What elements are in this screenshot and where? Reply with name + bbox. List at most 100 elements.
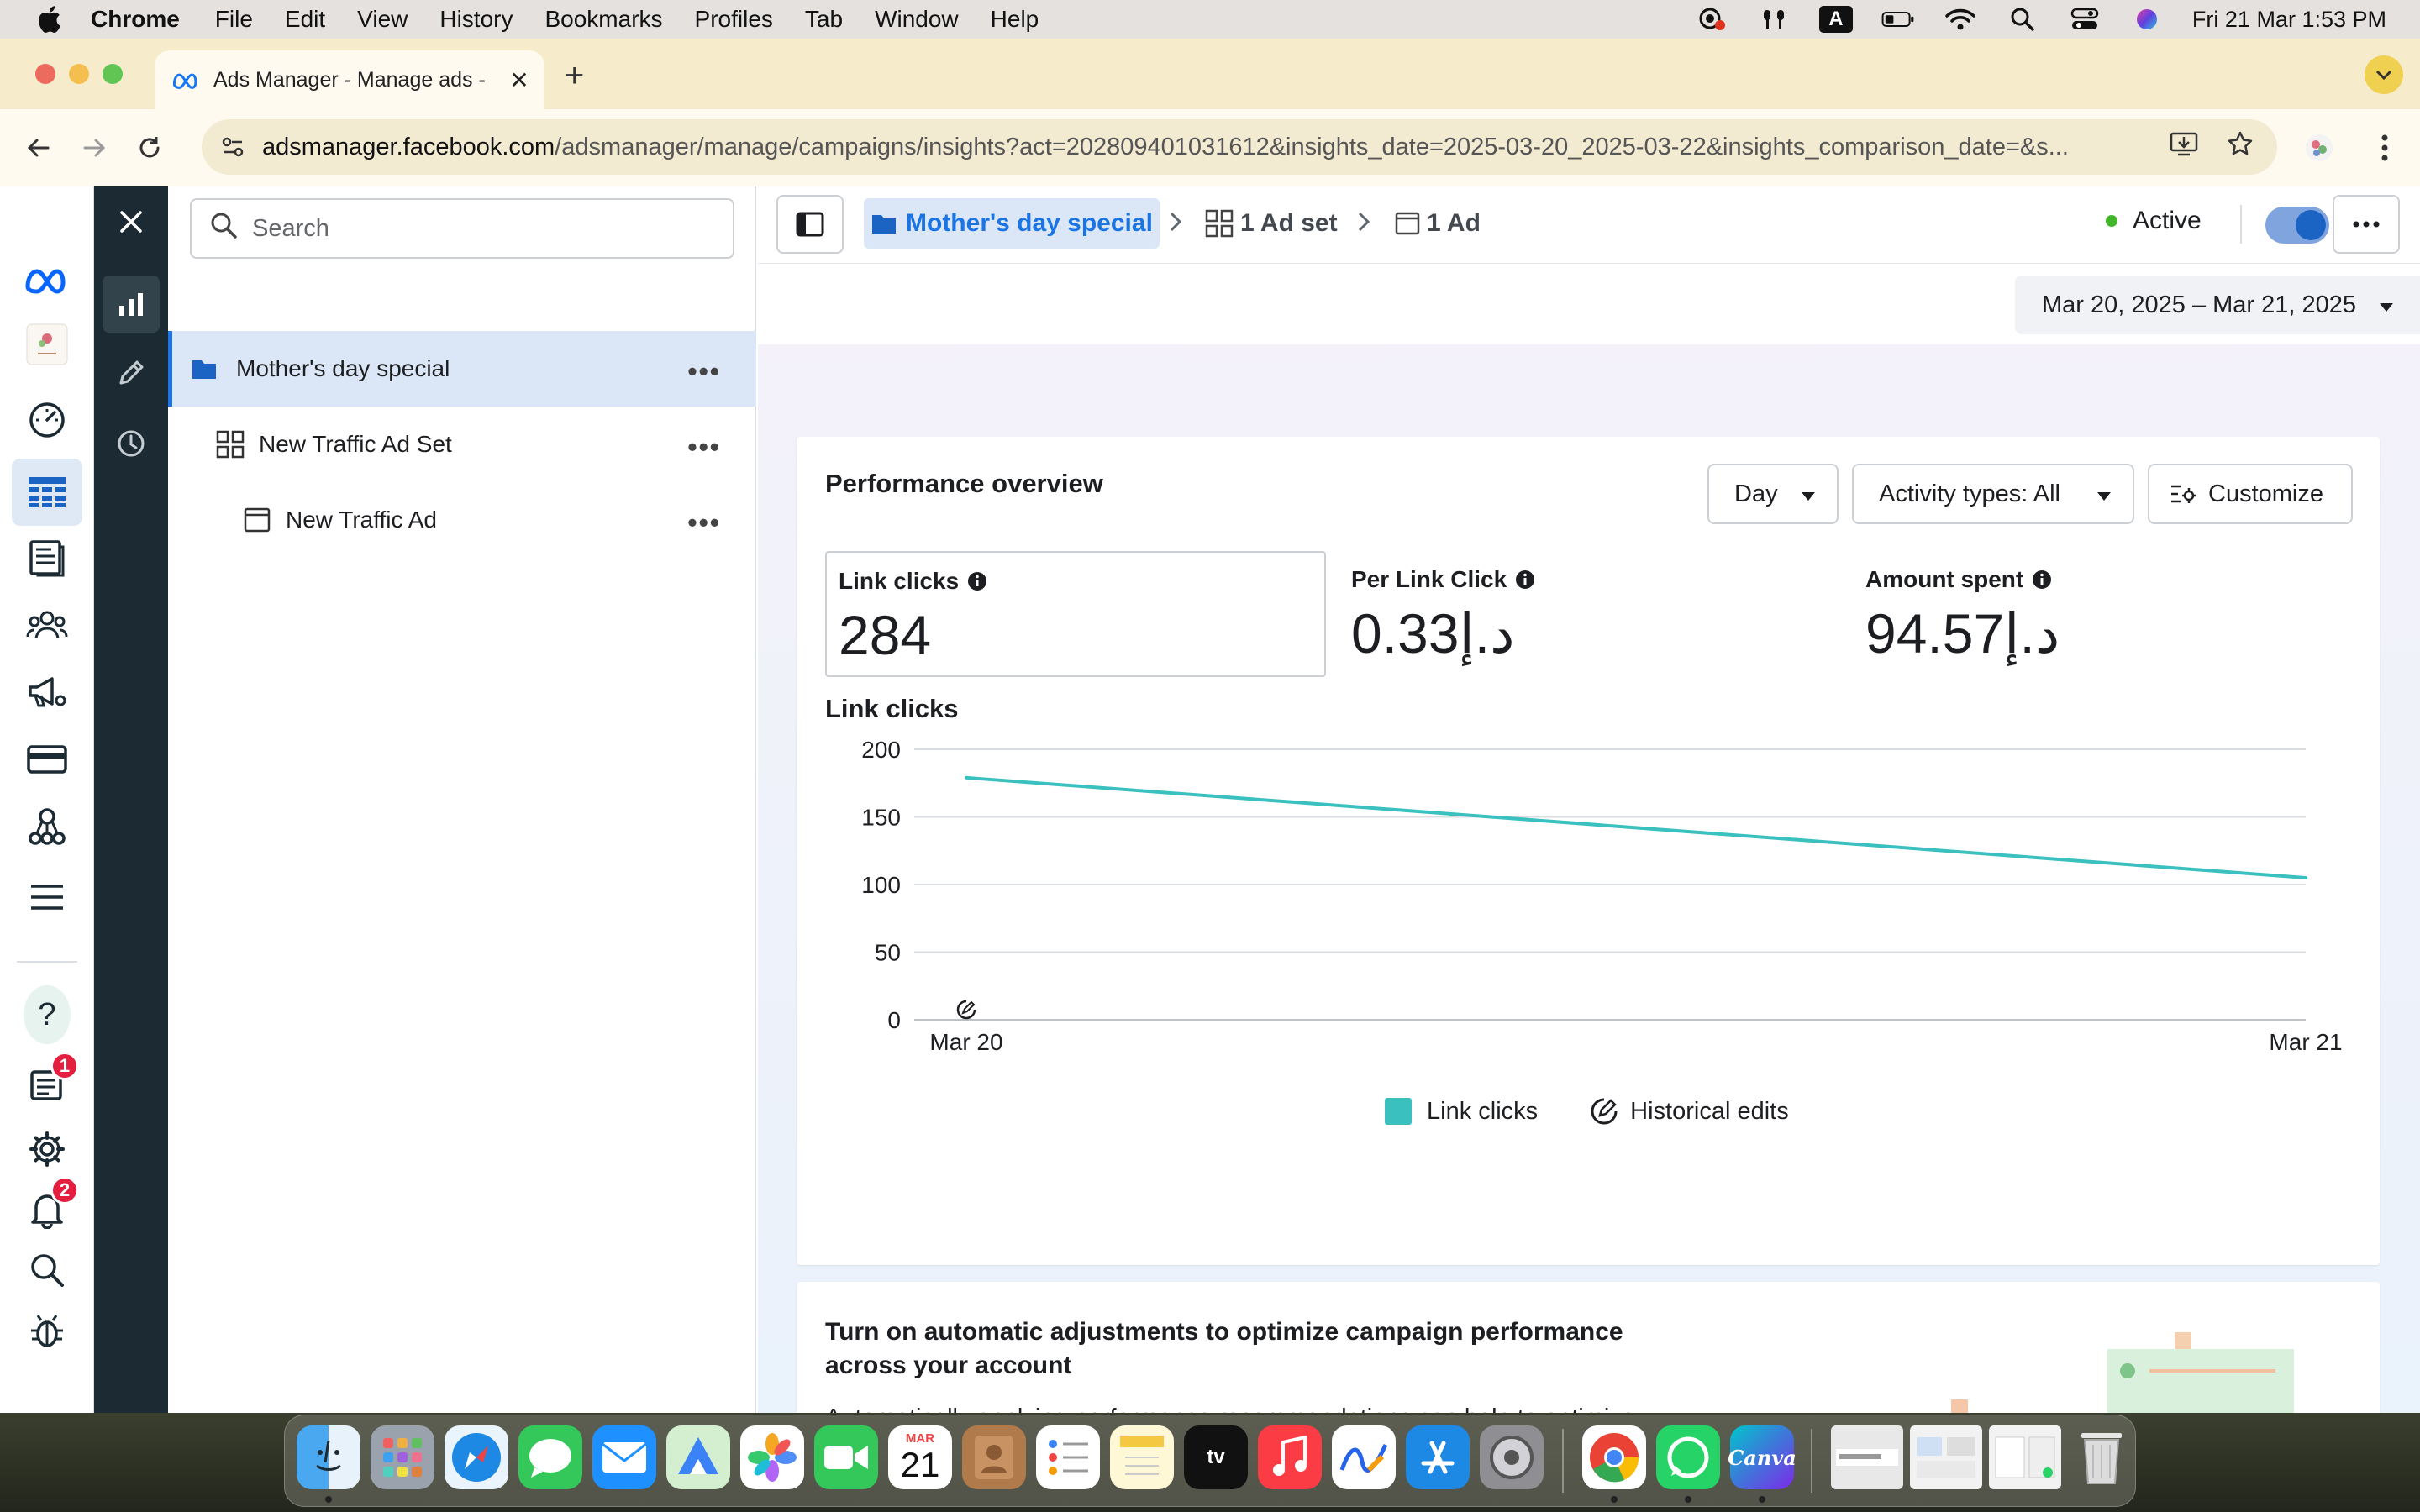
tab-search-chevron-icon[interactable] [2365,55,2403,94]
spotlight-search-icon[interactable] [2006,7,2039,32]
time-granularity-select[interactable]: Day [1707,464,1839,524]
canva-icon[interactable]: Canva [1728,1425,1797,1489]
freeform-icon[interactable] [1332,1425,1396,1489]
forward-arrow-icon[interactable] [77,131,111,165]
extension-icon[interactable] [2302,131,2336,165]
legend-historical-edits[interactable]: Historical edits [1590,1097,1789,1126]
bookmark-star-icon[interactable] [2227,130,2254,164]
tree-item-adset[interactable]: New Traffic Ad Set ••• [168,407,756,482]
menu-window[interactable]: Window [875,6,959,33]
system-settings-icon[interactable] [1480,1425,1544,1489]
screen-record-icon[interactable] [1695,7,1728,32]
notes-icon[interactable] [1110,1425,1174,1489]
window-minimize-button[interactable] [69,64,89,84]
app-store-icon[interactable] [1406,1425,1470,1489]
more-actions-button[interactable] [2333,195,2400,254]
wifi-icon[interactable] [1944,7,1977,32]
chrome-icon[interactable] [1582,1425,1646,1489]
ads-megaphone-settings-icon[interactable] [24,669,71,716]
mail-icon[interactable] [592,1425,656,1489]
metric-link-clicks[interactable]: Link clicks 284 [825,551,1326,677]
site-settings-icon[interactable] [218,133,247,161]
tab-close-icon[interactable]: ✕ [504,66,534,94]
window-close-button[interactable] [35,64,55,84]
metric-amount-spent[interactable]: Amount spent 94.57د.إ [1854,551,2354,677]
menu-history[interactable]: History [439,6,513,33]
reload-icon[interactable] [133,131,166,165]
info-icon[interactable] [967,571,987,591]
new-tab-button[interactable]: + [565,57,584,95]
music-icon[interactable] [1258,1425,1322,1489]
more-options-icon[interactable]: ••• [687,432,721,463]
edit-pencil-icon[interactable] [109,351,153,395]
toggle-panel-button[interactable] [776,195,844,254]
menu-edit[interactable]: Edit [285,6,325,33]
menu-view[interactable]: View [357,6,408,33]
dashboard-gauge-icon[interactable] [24,396,71,444]
notifications-page-icon[interactable]: 1 [24,1052,79,1109]
siri-icon[interactable] [2130,7,2164,32]
close-panel-icon[interactable] [109,200,153,244]
minimized-window-thumbnail[interactable] [1989,1425,2061,1489]
whatsapp-icon[interactable] [1656,1425,1720,1489]
tree-item-ad[interactable]: New Traffic Ad ••• [168,482,756,558]
insights-chart-icon[interactable] [103,276,160,333]
reports-icon[interactable] [24,534,71,581]
battery-icon[interactable] [1881,7,1915,32]
metric-per-link-click[interactable]: Per Link Click 0.33د.إ [1339,551,1840,677]
minimized-window-thumbnail[interactable] [1910,1425,1982,1489]
address-bar[interactable]: adsmanager.facebook.com/adsmanager/manag… [202,119,2277,175]
menu-bookmarks[interactable]: Bookmarks [544,6,662,33]
reminders-icon[interactable] [1036,1425,1100,1489]
more-options-icon[interactable]: ••• [687,507,721,538]
control-center-icon[interactable] [2068,7,2102,32]
info-icon[interactable] [2032,570,2052,590]
back-arrow-icon[interactable] [22,131,55,165]
menu-help[interactable]: Help [991,6,1039,33]
breadcrumb-adset[interactable]: 1 Ad set [1205,198,1338,249]
tree-search-input[interactable]: Search [190,198,734,259]
history-clock-icon[interactable] [109,422,153,465]
launchpad-icon[interactable] [371,1425,434,1489]
breadcrumb-ad[interactable]: 1 Ad [1395,198,1481,249]
date-range-picker[interactable]: Mar 20, 2025 – Mar 21, 2025 [2015,276,2420,334]
more-options-icon[interactable]: ••• [687,356,721,387]
meta-logo-icon[interactable] [24,257,71,304]
menu-profiles[interactable]: Profiles [695,6,773,33]
alerts-bell-icon[interactable]: 2 [24,1176,79,1233]
account-avatar[interactable] [24,321,71,368]
activity-types-select[interactable]: Activity types: All [1852,464,2134,524]
settings-gear-icon[interactable] [24,1126,71,1173]
facetime-icon[interactable] [814,1425,878,1489]
finder-icon[interactable] [297,1425,360,1489]
tree-item-campaign[interactable]: Mother's day special ••• [168,331,756,407]
window-zoom-button[interactable] [103,64,123,84]
menu-app-name[interactable]: Chrome [91,6,180,33]
trash-icon[interactable] [2070,1425,2133,1489]
minimized-window-thumbnail[interactable] [1831,1425,1903,1489]
billing-card-icon[interactable] [24,736,71,783]
menubar-clock[interactable]: Fri 21 Mar 1:53 PM [2192,7,2386,33]
maps-icon[interactable] [666,1425,730,1489]
menu-file[interactable]: File [215,6,253,33]
airpods-icon[interactable] [1757,7,1791,32]
photos-icon[interactable] [740,1425,804,1489]
report-bug-icon[interactable] [24,1307,71,1354]
install-app-icon[interactable] [2170,130,2198,164]
calendar-icon[interactable]: MAR 21 [888,1425,952,1489]
search-icon[interactable] [24,1247,71,1294]
customize-button[interactable]: Customize [2148,464,2353,524]
business-network-icon[interactable] [24,803,71,850]
audiences-icon[interactable] [24,601,71,648]
campaign-on-off-toggle[interactable] [2265,207,2329,244]
browser-menu-icon[interactable] [2368,131,2402,165]
tab-ads-manager[interactable]: Ads Manager - Manage ads - ✕ [155,50,544,109]
input-source-icon[interactable]: A [1818,6,1853,33]
menu-tab[interactable]: Tab [805,6,843,33]
apple-tv-icon[interactable]: tv [1184,1425,1248,1489]
contacts-icon[interactable] [962,1425,1026,1489]
messages-icon[interactable] [518,1425,582,1489]
all-tools-menu-icon[interactable] [24,874,71,921]
safari-icon[interactable] [445,1425,508,1489]
breadcrumb-campaign[interactable]: Mother's day special [864,198,1160,249]
